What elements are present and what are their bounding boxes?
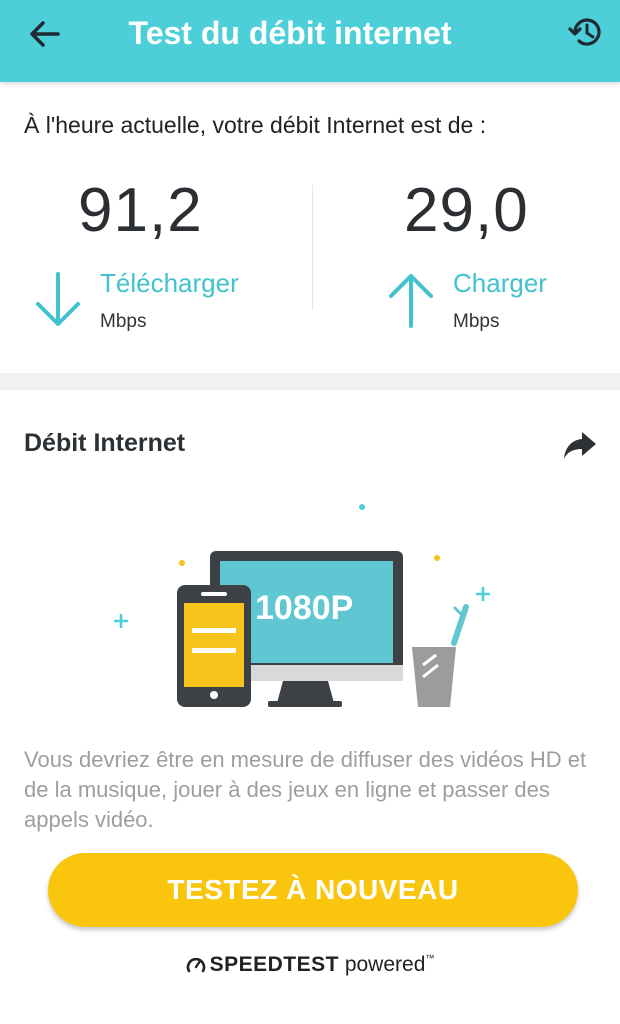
history-button[interactable] — [566, 12, 606, 52]
section-title: Débit Internet — [24, 429, 186, 457]
upload-value: 29,0 — [404, 176, 529, 245]
speedtest-brand: SPEEDTEST — [209, 953, 339, 976]
metric-divider — [312, 185, 313, 310]
powered-label: powered — [344, 953, 426, 976]
upload-unit: Mbps — [453, 311, 500, 332]
app-bar: Test du débit internet — [0, 0, 620, 82]
page-title: Test du débit internet — [128, 15, 452, 51]
section-separator — [0, 373, 620, 390]
speedtest-powered-logo: SPEEDTEST powered™ — [0, 953, 620, 977]
resolution-label: 1080P — [255, 589, 353, 627]
trademark-mark: ™ — [425, 953, 435, 963]
arrow-down-icon — [36, 272, 80, 326]
download-label: Télécharger — [100, 268, 239, 298]
download-value: 91,2 — [78, 176, 203, 245]
streaming-illustration: 1080P — [100, 495, 520, 720]
download-unit: Mbps — [100, 311, 147, 332]
speed-description: Vous devriez être en mesure de diffuser … — [24, 747, 587, 832]
history-icon — [568, 18, 601, 46]
share-icon — [564, 432, 596, 459]
speedometer-icon — [186, 957, 205, 973]
current-speed-label: À l'heure actuelle, votre débit Internet… — [24, 112, 487, 138]
share-button[interactable] — [562, 428, 598, 462]
retest-button[interactable]: TESTEZ À NOUVEAU — [48, 853, 578, 927]
upload-label: Charger — [453, 268, 547, 298]
arrow-up-icon — [389, 274, 433, 328]
